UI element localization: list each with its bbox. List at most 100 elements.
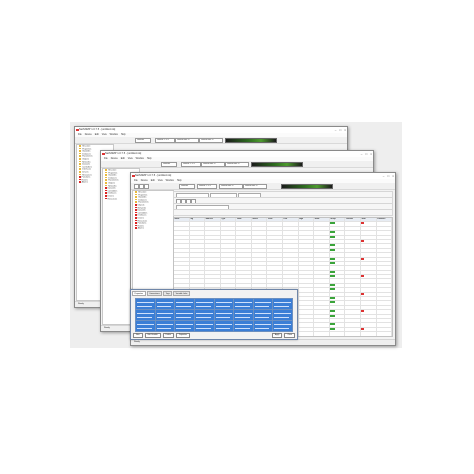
tree-item[interactable]: Alarms bbox=[133, 227, 173, 230]
selected-cell[interactable] bbox=[253, 321, 273, 331]
device-icon bbox=[135, 203, 137, 206]
selected-cell[interactable] bbox=[136, 321, 155, 331]
column-header[interactable]: Status bbox=[252, 218, 268, 222]
table-cell bbox=[345, 288, 361, 292]
table-cell bbox=[221, 239, 237, 244]
column-header[interactable]: Tag bbox=[190, 218, 206, 222]
table-cell bbox=[299, 323, 315, 327]
variable-dialog[interactable]: Properties Connections Tags Variable Lin… bbox=[130, 289, 298, 340]
toolbar-tab-4[interactable]: Device Bus: 8 bbox=[243, 184, 267, 190]
toolbar-tab-3[interactable]: Device Bus: 8 bbox=[219, 184, 243, 190]
status-text: Ready bbox=[134, 341, 140, 343]
selected-cell[interactable] bbox=[214, 299, 234, 309]
selected-cell[interactable] bbox=[175, 299, 194, 309]
selected-cell[interactable] bbox=[234, 310, 253, 320]
table-cell bbox=[299, 297, 315, 301]
toolbar: Devices Device: 1.2.3 Device Bus: 8 Devi… bbox=[75, 137, 347, 144]
table-cell bbox=[361, 266, 377, 270]
selected-cell[interactable] bbox=[155, 310, 175, 320]
selected-cell[interactable] bbox=[155, 299, 175, 309]
dialog-tab-variable-links[interactable]: Variable Links bbox=[173, 290, 190, 296]
table-cell bbox=[345, 283, 361, 288]
table-cell bbox=[221, 275, 237, 279]
selected-cell[interactable] bbox=[155, 321, 175, 331]
table-cell bbox=[174, 270, 190, 275]
selected-cell[interactable] bbox=[234, 321, 253, 331]
column-header[interactable]: Group bbox=[330, 218, 346, 222]
toolbar-tab-2[interactable]: Device: 1.2.3 bbox=[181, 162, 201, 168]
folder-icon bbox=[105, 171, 108, 174]
column-header[interactable]: High bbox=[299, 218, 315, 222]
table-cell bbox=[299, 270, 315, 275]
selection-grid[interactable] bbox=[135, 298, 293, 332]
selected-cell[interactable] bbox=[214, 321, 234, 331]
table-cell bbox=[314, 261, 330, 266]
selected-cell[interactable] bbox=[234, 299, 253, 309]
edit-variable-button[interactable]: Edit Variable bbox=[144, 332, 161, 339]
dialog-tab-connections[interactable]: Connections bbox=[146, 290, 163, 296]
column-header[interactable]: Channel bbox=[345, 218, 361, 222]
status-ok-icon bbox=[330, 327, 336, 330]
table-cell bbox=[283, 226, 299, 231]
status-ok-icon bbox=[330, 244, 336, 247]
table-cell bbox=[267, 257, 284, 261]
selected-cell[interactable] bbox=[194, 321, 214, 331]
selected-cell[interactable] bbox=[273, 310, 292, 320]
table-cell bbox=[361, 244, 377, 248]
column-header[interactable]: Type bbox=[221, 218, 237, 222]
table-cell bbox=[252, 275, 268, 279]
table-cell bbox=[174, 226, 190, 231]
toolbar-tab-1[interactable]: Devices bbox=[161, 162, 177, 168]
delete-button[interactable]: Delete bbox=[162, 332, 174, 339]
column-header[interactable]: Address bbox=[205, 218, 221, 222]
selected-cell[interactable] bbox=[175, 310, 194, 320]
table-cell bbox=[236, 275, 252, 279]
column-header[interactable]: Scan bbox=[361, 218, 377, 222]
save-icon[interactable] bbox=[144, 184, 149, 189]
table-cell bbox=[361, 261, 377, 266]
selected-cell[interactable] bbox=[194, 299, 214, 309]
table-cell bbox=[174, 257, 190, 261]
table-cell bbox=[299, 318, 315, 323]
column-header[interactable]: Units bbox=[267, 218, 284, 222]
selected-cell[interactable] bbox=[273, 321, 292, 331]
table-cell bbox=[345, 266, 361, 270]
properties-button[interactable]: Properties bbox=[175, 332, 191, 339]
table-cell bbox=[314, 318, 330, 323]
status-ok-icon bbox=[330, 323, 336, 326]
toolbar-tab-2[interactable]: Device: 1.2.3 bbox=[155, 138, 175, 144]
selected-cell[interactable] bbox=[136, 299, 155, 309]
column-header[interactable]: Low bbox=[283, 218, 299, 222]
selected-cell[interactable] bbox=[214, 310, 234, 320]
close-button[interactable]: Close bbox=[284, 332, 295, 339]
toolbar-tab-4[interactable]: Device Bus: 8 bbox=[199, 138, 223, 144]
column-header[interactable]: Name bbox=[174, 218, 190, 222]
new-button[interactable]: New bbox=[133, 332, 143, 339]
selected-cell[interactable] bbox=[194, 310, 214, 320]
dialog-tab-properties[interactable]: Properties bbox=[132, 290, 146, 296]
toolbar-tab-1[interactable]: Devices bbox=[179, 184, 195, 190]
column-header[interactable]: Mode bbox=[314, 218, 330, 222]
toolbar-tab-2[interactable]: Device: 1.2.3 bbox=[197, 184, 217, 190]
toolbar-tab-1[interactable]: Devices bbox=[135, 138, 151, 144]
selected-cell[interactable] bbox=[253, 310, 273, 320]
selected-cell[interactable] bbox=[253, 299, 273, 309]
selected-cell[interactable] bbox=[175, 321, 194, 331]
toolbar-tab-4[interactable]: Device Bus: 8 bbox=[225, 162, 249, 168]
table-cell bbox=[174, 279, 190, 283]
table-cell bbox=[345, 327, 361, 332]
table-cell bbox=[267, 248, 284, 253]
column-header[interactable]: Comment bbox=[377, 218, 392, 222]
table-cell bbox=[361, 283, 377, 288]
table-cell bbox=[377, 248, 392, 253]
toolbar-tab-3[interactable]: Device Bus: 8 bbox=[201, 162, 225, 168]
selected-cell[interactable] bbox=[136, 310, 155, 320]
toolbar-tab-3[interactable]: Device Bus: 8 bbox=[175, 138, 199, 144]
folder-icon bbox=[105, 181, 108, 184]
selected-cell[interactable] bbox=[273, 299, 292, 309]
folder-icon bbox=[79, 160, 82, 163]
table-cell bbox=[283, 244, 299, 248]
dialog-tab-tags[interactable]: Tags bbox=[163, 290, 173, 296]
column-header[interactable]: Value bbox=[236, 218, 252, 222]
apply-button[interactable]: Apply bbox=[271, 332, 283, 339]
